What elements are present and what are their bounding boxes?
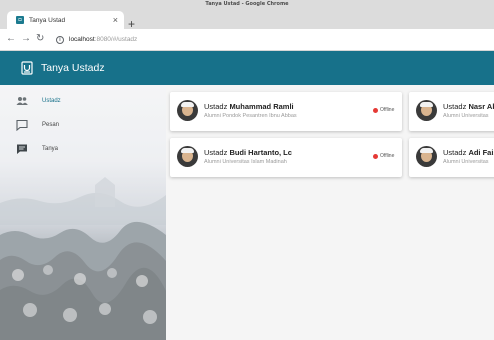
- name-bold: Muhammad Ramli: [229, 102, 294, 111]
- sidebar-item-label: Pesan: [42, 122, 60, 128]
- ustadz-subtitle: Alumni Pondok Pesantren Ibnu Abbas: [204, 113, 297, 119]
- window-title-bar: Tanya Ustad - Google Chrome: [0, 0, 494, 8]
- tab-title: Tanya Ustad: [29, 16, 66, 24]
- sidebar-item-pesan[interactable]: Pesan: [0, 113, 166, 137]
- name-bold: Nasr Ab: [468, 102, 494, 111]
- sidebar-item-label: Tanya: [42, 146, 59, 152]
- ustadz-name: Ustadz Muhammad Ramli: [204, 102, 294, 111]
- people-icon: [16, 97, 28, 105]
- forward-arrow-icon[interactable]: →: [21, 33, 31, 45]
- message-icon: [16, 119, 28, 131]
- url-path: :8080/#/ustadz: [94, 36, 138, 43]
- name-bold: Adi Fais: [468, 148, 494, 157]
- name-prefix: Ustadz: [443, 102, 467, 111]
- app-logo-icon: [21, 61, 33, 75]
- avatar: [416, 100, 437, 121]
- sidebar-menu: Ustadz Pesan Tanya: [0, 89, 166, 161]
- status-badge: Offline: [373, 153, 394, 159]
- tab-strip: ◘ Tanya Ustad × +: [0, 8, 494, 30]
- name-prefix: Ustadz: [443, 148, 467, 157]
- sidebar-item-label: Ustadz: [42, 98, 61, 104]
- ustadz-subtitle: Alumni Universitas Islam Madinah: [204, 159, 287, 165]
- sidebar-item-tanya[interactable]: Tanya: [0, 137, 166, 161]
- sidebar-item-ustadz[interactable]: Ustadz: [0, 89, 166, 113]
- window-title: Tanya Ustad - Google Chrome: [205, 1, 289, 7]
- browser-tab[interactable]: ◘ Tanya Ustad ×: [7, 11, 124, 29]
- avatar: [416, 146, 437, 167]
- ustadz-card[interactable]: Ustadz Budi Hartanto, Lc Alumni Universi…: [170, 138, 402, 177]
- name-bold: Budi Hartanto, Lc: [229, 148, 292, 157]
- info-icon[interactable]: i: [56, 35, 64, 44]
- chat-icon: [17, 144, 27, 154]
- ustadz-subtitle: Alumni Universitas: [443, 113, 489, 119]
- avatar: [177, 100, 198, 121]
- name-prefix: Ustadz: [204, 148, 228, 157]
- ustadz-card[interactable]: Ustadz Muhammad Ramli Alumni Pondok Pesa…: [170, 92, 402, 131]
- app-title: Tanya Ustadz: [41, 62, 105, 74]
- ustadz-card[interactable]: Ustadz Adi Fais Alumni Universitas: [409, 138, 494, 177]
- ustadz-name: Ustadz Adi Fais: [443, 148, 494, 157]
- reload-icon[interactable]: ↻: [36, 33, 44, 45]
- url-host: localhost: [69, 36, 95, 43]
- sidebar: Ustadz Pesan Tanya: [0, 85, 166, 340]
- browser-toolbar: ← → ↻ i localhost:8080/#/ustadz: [0, 29, 494, 51]
- address-bar[interactable]: i localhost:8080/#/ustadz: [56, 33, 356, 46]
- ustadz-subtitle: Alumni Universitas: [443, 159, 489, 165]
- ustadz-card[interactable]: Ustadz Nasr Ab Alumni Universitas: [409, 92, 494, 131]
- close-tab-icon[interactable]: ×: [113, 14, 118, 26]
- favicon-icon: ◘: [16, 16, 24, 24]
- ustadz-name: Ustadz Budi Hartanto, Lc: [204, 148, 292, 157]
- status-text: Offline: [380, 107, 395, 113]
- status-dot-icon: [373, 107, 378, 113]
- app-header: Tanya Ustadz: [0, 51, 494, 85]
- back-arrow-icon[interactable]: ←: [6, 33, 16, 45]
- ustadz-name: Ustadz Nasr Ab: [443, 102, 494, 111]
- avatar: [177, 146, 198, 167]
- main-content: Ustadz Muhammad Ramli Alumni Pondok Pesa…: [166, 85, 494, 340]
- name-prefix: Ustadz: [204, 102, 228, 111]
- status-badge: Offline: [373, 107, 394, 113]
- status-text: Offline: [380, 153, 395, 159]
- status-dot-icon: [373, 153, 378, 159]
